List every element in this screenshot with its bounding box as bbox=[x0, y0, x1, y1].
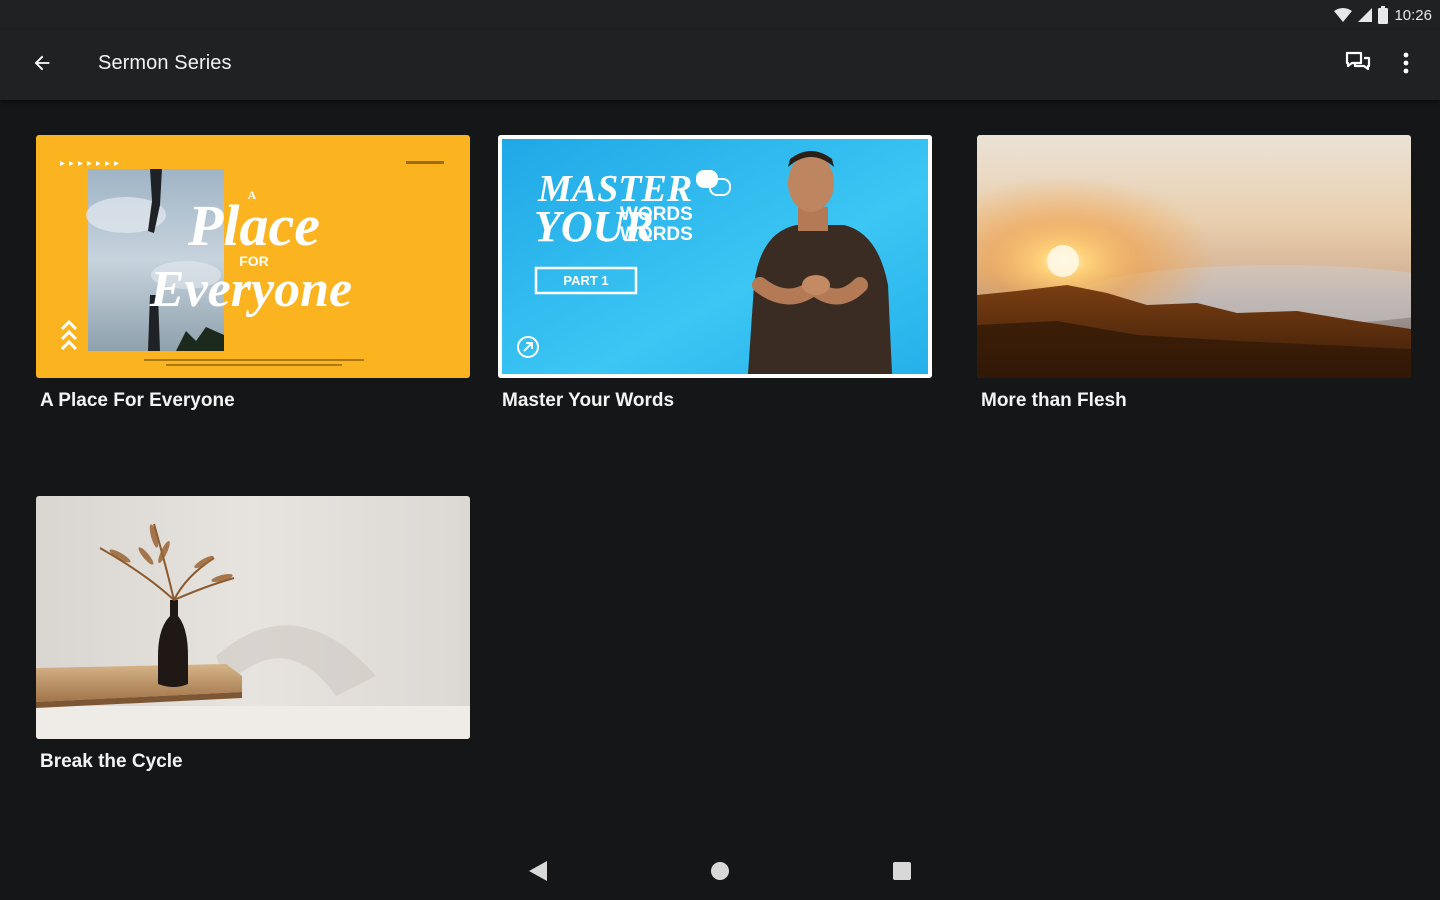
series-title: Break the Cycle bbox=[40, 751, 183, 772]
nav-home-button[interactable] bbox=[702, 858, 738, 888]
series-title: A Place For Everyone bbox=[40, 390, 235, 411]
status-icons: 10:26 bbox=[1334, 4, 1432, 26]
status-time: 10:26 bbox=[1394, 6, 1432, 24]
status-bar: 10:26 bbox=[0, 0, 1440, 30]
app-bar: Sermon Series bbox=[0, 30, 1440, 100]
battery-icon bbox=[1378, 6, 1389, 24]
page-title: Sermon Series bbox=[98, 52, 232, 74]
nav-recents-button[interactable] bbox=[884, 858, 920, 888]
series-thumbnail: A Place FOR Everyone bbox=[36, 135, 470, 378]
chat-button[interactable] bbox=[1336, 43, 1380, 87]
series-title: Master Your Words bbox=[502, 390, 675, 411]
nav-back-icon bbox=[529, 860, 547, 886]
artwork-line4: WORDS bbox=[620, 224, 693, 245]
series-title: More than Flesh bbox=[981, 390, 1127, 411]
nav-recents-icon bbox=[893, 861, 911, 885]
series-card[interactable]: More than Flesh bbox=[977, 135, 1411, 412]
wifi-icon bbox=[1334, 8, 1353, 22]
series-card[interactable]: MASTER YOUR WORDS WORDS PART 1 Master Yo… bbox=[498, 135, 932, 412]
more-vert-icon bbox=[1403, 52, 1409, 79]
series-card[interactable]: A Place FOR Everyone A Place For Everyon… bbox=[36, 135, 470, 412]
series-thumbnail bbox=[977, 135, 1411, 378]
artwork-line3: WORDS bbox=[620, 204, 693, 225]
series-thumbnail bbox=[36, 496, 470, 739]
artwork-line4: Everyone bbox=[149, 261, 352, 318]
system-nav-bar bbox=[0, 846, 1440, 900]
cell-signal-icon bbox=[1358, 8, 1373, 22]
back-button[interactable] bbox=[20, 43, 64, 87]
series-card[interactable]: Break the Cycle bbox=[36, 496, 470, 773]
chat-bubbles-icon bbox=[1345, 51, 1371, 80]
more-options-button[interactable] bbox=[1386, 43, 1426, 87]
arrow-back-icon bbox=[31, 52, 53, 79]
nav-back-button[interactable] bbox=[520, 858, 556, 888]
series-thumbnail: MASTER YOUR WORDS WORDS PART 1 bbox=[498, 135, 932, 378]
artwork-badge: PART 1 bbox=[563, 273, 608, 288]
nav-home-icon bbox=[711, 861, 729, 885]
artwork-line2: Place bbox=[187, 193, 320, 258]
